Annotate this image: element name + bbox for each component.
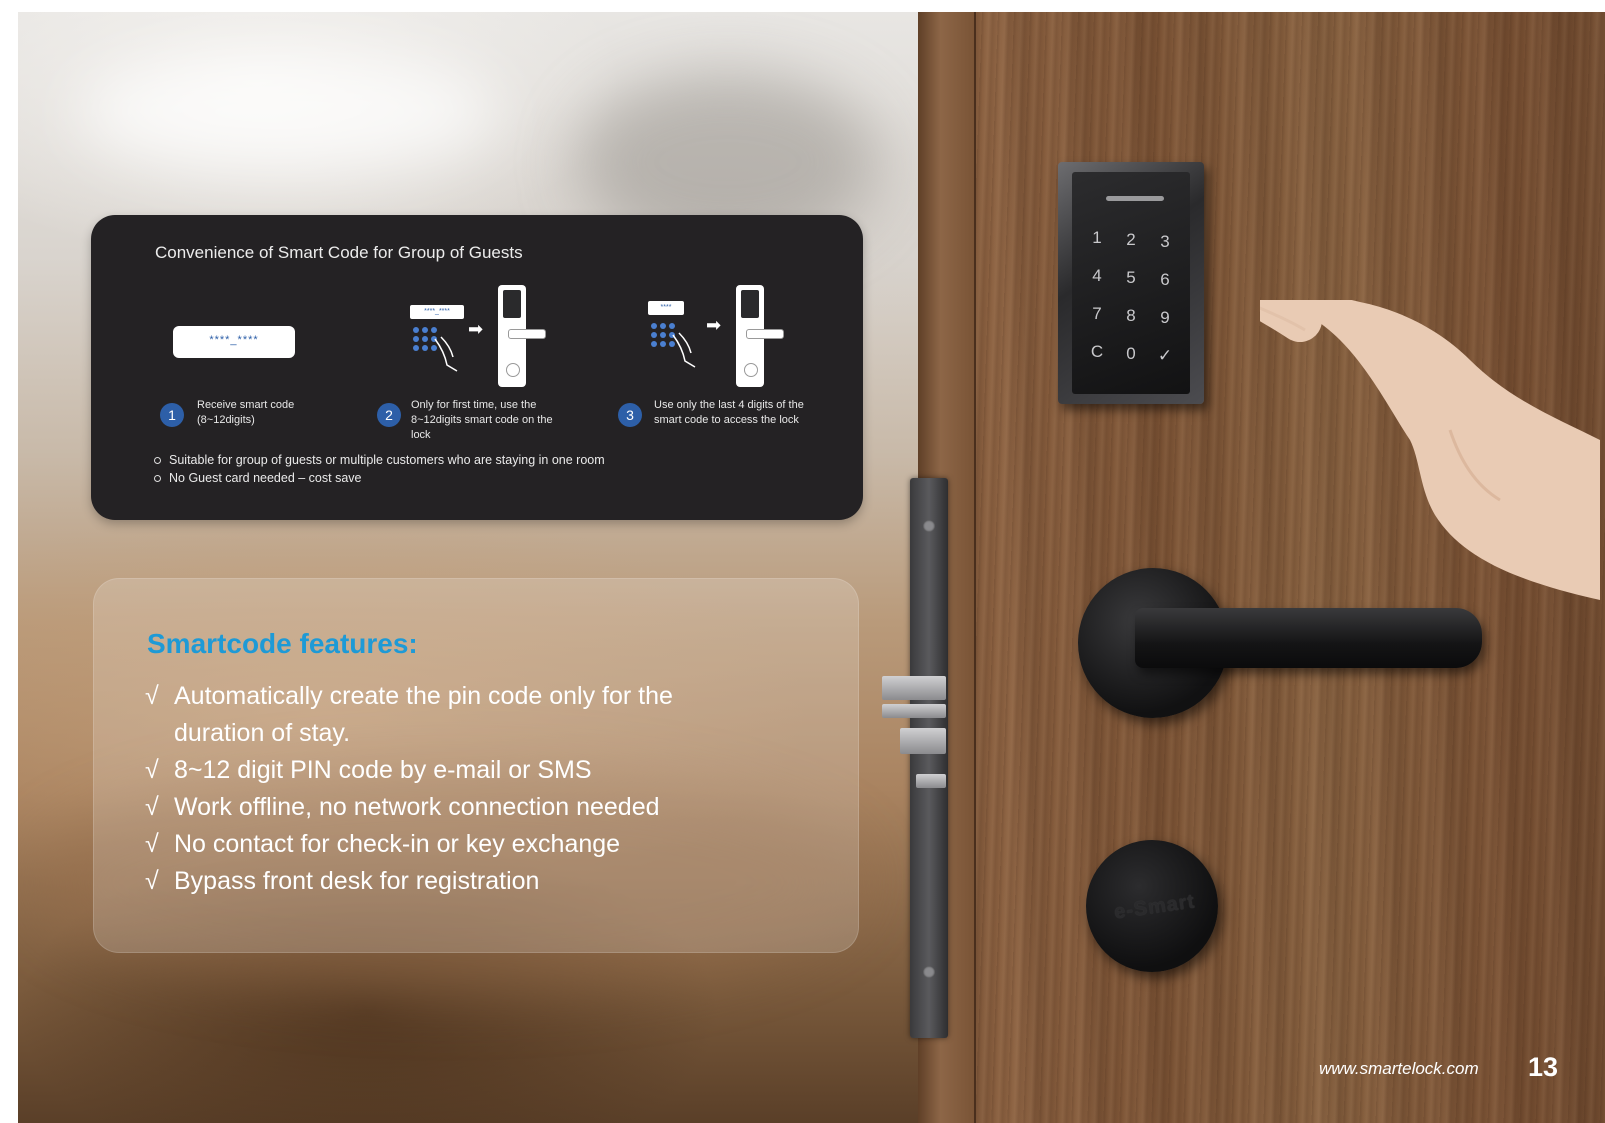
feature-text: Bypass front desk for registration: [174, 867, 540, 895]
feature-item: √ No contact for check-in or key exchang…: [145, 826, 734, 863]
check-icon: √: [145, 867, 159, 895]
panel-title: Convenience of Smart Code for Group of G…: [155, 243, 523, 262]
feature-item: √ Automatically create the pin code only…: [145, 678, 734, 752]
arrow-right-icon: ➡: [468, 319, 484, 339]
latch-bolt: [882, 676, 946, 700]
smart-code-card: ****_****: [410, 305, 464, 319]
feature-text: 8~12 digit PIN code by e-mail or SMS: [174, 756, 592, 784]
feature-item: √ Work offline, no network connection ne…: [145, 789, 734, 826]
keypad-key: 6: [1160, 270, 1170, 289]
features-title: Smartcode features:: [147, 628, 418, 659]
step-description: Only for first time, use the 8~12digits …: [411, 399, 553, 441]
website-link[interactable]: www.smartelock.com: [1319, 1059, 1479, 1079]
finger-hand-image: [1260, 300, 1600, 600]
feature-text: Automatically create the pin code only f…: [174, 682, 673, 747]
smart-code-info-panel: Convenience of Smart Code for Group of G…: [91, 215, 863, 520]
keypad-key: 5: [1126, 268, 1136, 287]
feature-text: Work offline, no network connection need…: [174, 793, 660, 821]
hand-press-icon: [434, 336, 458, 372]
feature-item: √ 8~12 digit PIN code by e-mail or SMS: [145, 752, 734, 789]
check-icon: √: [145, 682, 159, 710]
keypad-key: 8: [1126, 306, 1136, 325]
latch-bolt: [900, 728, 946, 754]
check-icon: √: [145, 756, 159, 784]
smart-lock-keypad: 1 2 3 4 5 6 7 8 9 C 0 ✓: [1058, 162, 1204, 404]
arrow-right-icon: ➡: [706, 315, 722, 335]
feature-item: √ Bypass front desk for registration: [145, 863, 734, 900]
lock-illustration: [736, 285, 784, 387]
latch-bolt: [916, 774, 946, 788]
smart-code-text: ****_****: [209, 334, 259, 346]
deadbolt-brand-logo: e-Smart: [1112, 890, 1197, 924]
keypad-key: 4: [1092, 266, 1102, 285]
hand-press-icon: [672, 332, 696, 368]
door-lever-handle: [1135, 608, 1482, 668]
smartcode-features-box: Smartcode features: √ Automatically crea…: [93, 578, 859, 953]
check-icon: √: [145, 830, 159, 858]
step-description: Receive smart code (8~12digits): [197, 399, 295, 426]
lock-illustration: [498, 285, 546, 387]
deadbolt-cover: e-Smart: [1086, 840, 1218, 972]
panel-bullet-item: Suitable for group of guests or multiple…: [153, 451, 605, 469]
smart-code-card: ****_****: [173, 326, 295, 358]
keypad-key: 9: [1160, 308, 1170, 327]
panel-bullet-list: Suitable for group of guests or multiple…: [153, 451, 605, 487]
keypad-key: 2: [1126, 230, 1136, 249]
check-icon: √: [145, 793, 159, 821]
features-list: √ Automatically create the pin code only…: [145, 678, 734, 900]
smart-code-card: ****: [648, 301, 684, 315]
step-number-badge: 3: [618, 403, 642, 427]
step-number-badge: 2: [377, 403, 401, 427]
lock-faceplate: [910, 478, 948, 1038]
keypad-key: 3: [1160, 232, 1170, 251]
step-number-badge: 1: [160, 403, 184, 427]
keypad-key: 0: [1126, 344, 1136, 363]
latch-bolt: [882, 704, 946, 718]
keypad-key: 1: [1092, 228, 1102, 247]
panel-bullet-item: No Guest card needed – cost save: [153, 469, 605, 487]
feature-text: No contact for check-in or key exchange: [174, 830, 621, 858]
keypad-key: ✓: [1157, 346, 1173, 365]
keypad-key: C: [1090, 342, 1104, 361]
page-number: 13: [1528, 1052, 1559, 1082]
keypad-key: 7: [1092, 304, 1102, 323]
blurred-window-light: [78, 52, 498, 172]
step-description: Use only the last 4 digits of the smart …: [654, 399, 804, 426]
